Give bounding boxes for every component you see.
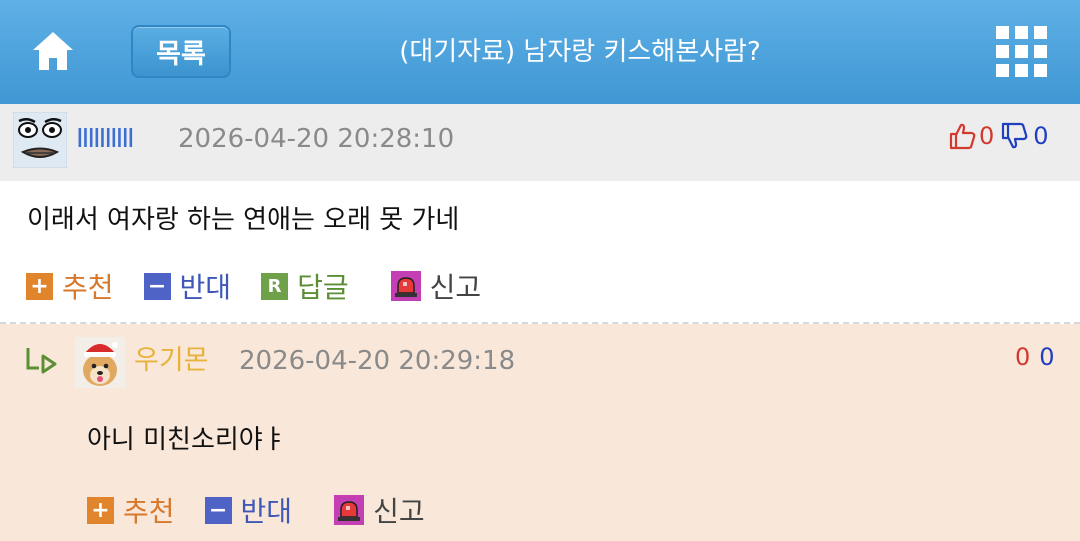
siren-icon	[390, 271, 421, 301]
home-icon[interactable]	[30, 28, 76, 74]
comment-body: 이래서 여자랑 하는 연애는 오래 못 가네	[27, 205, 460, 235]
minus-icon: −	[143, 272, 171, 300]
report-button[interactable]: 신고	[334, 490, 425, 530]
comment-timestamp: 2026-04-20 20:29:18	[239, 346, 516, 376]
downvote-count: 0	[1039, 343, 1055, 371]
report-button[interactable]: 신고	[390, 266, 482, 306]
thumbs-down-icon[interactable]	[1000, 121, 1028, 151]
comment-timestamp: 2026-04-20 20:28:10	[178, 124, 455, 154]
comment-body: 아니 미친소리야ㅑ	[87, 425, 287, 455]
grid-menu-icon[interactable]	[996, 26, 1048, 78]
reply-arrow-icon	[26, 348, 57, 374]
reply-icon: R	[261, 272, 289, 300]
oppose-label: 반대	[240, 495, 293, 528]
plus-icon: +	[26, 272, 53, 300]
upvote-count: 0	[1015, 343, 1031, 371]
comment-nickname[interactable]: IIIIIIIIII	[76, 122, 135, 156]
reply-label: 답글	[297, 271, 349, 304]
vote-counts: 0 0	[948, 118, 1049, 154]
minus-icon: −	[204, 496, 232, 524]
oppose-button[interactable]: − 반대	[204, 490, 293, 530]
comment-nickname[interactable]: 우기몬	[134, 344, 209, 378]
plus-icon: +	[87, 496, 114, 524]
thumbs-up-icon[interactable]	[948, 121, 976, 151]
oppose-label: 반대	[179, 271, 232, 304]
vote-counts: 0 0	[1015, 340, 1055, 374]
recommend-label: 추천	[123, 495, 175, 528]
comment-actions: + 추천 − 반대 신고	[87, 490, 455, 530]
top-header: 목록 (대기자료) 남자랑 키스해본사람?	[0, 0, 1080, 104]
page-title: (대기자료) 남자랑 키스해본사람?	[399, 37, 761, 67]
avatar[interactable]	[13, 112, 67, 168]
recommend-button[interactable]: + 추천	[26, 266, 114, 306]
recommend-button[interactable]: + 추천	[87, 490, 175, 530]
comment-actions: + 추천 − 반대 R 답글 신고	[26, 266, 511, 306]
reply-button[interactable]: R 답글	[261, 266, 349, 306]
list-button[interactable]: 목록	[131, 25, 231, 78]
siren-icon	[334, 495, 365, 525]
report-label: 신고	[373, 495, 425, 528]
downvote-count: 0	[1033, 122, 1049, 150]
upvote-count: 0	[979, 122, 995, 150]
oppose-button[interactable]: − 반대	[143, 266, 232, 306]
report-label: 신고	[429, 271, 482, 304]
comment-header	[0, 104, 1080, 181]
recommend-label: 추천	[62, 271, 114, 304]
avatar[interactable]	[75, 337, 125, 388]
